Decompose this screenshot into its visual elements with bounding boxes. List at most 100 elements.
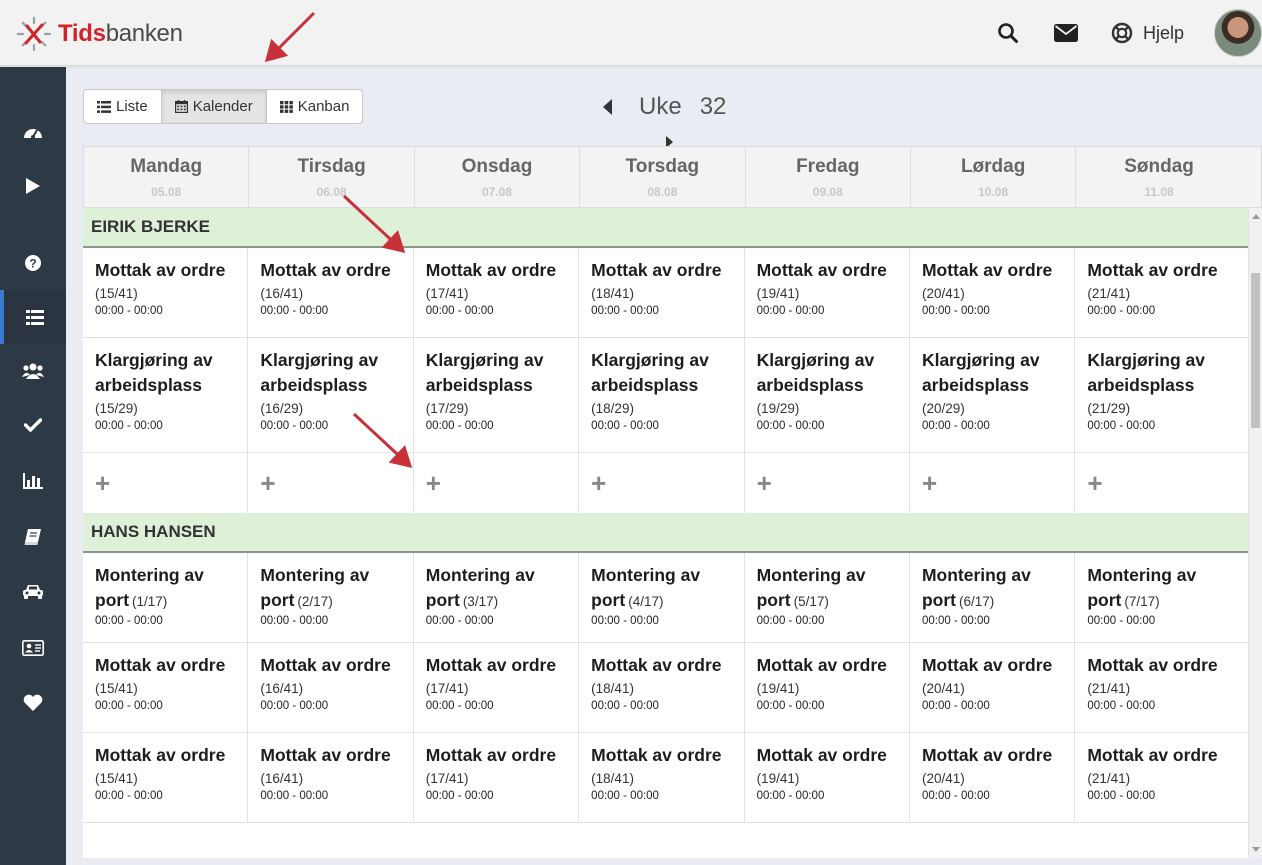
day-column-header: Fredag 09.08 — [746, 147, 911, 207]
add-task-row: + + + + + + + — [83, 453, 1248, 513]
view-kanban-button[interactable]: Kanban — [267, 90, 363, 123]
sidebar-item-handbook[interactable] — [0, 510, 66, 564]
sidebar-item-help[interactable]: ? — [0, 236, 66, 290]
task-card[interactable]: Montering av port (1/17) 00:00 - 00:00 — [83, 553, 249, 642]
previous-week-icon[interactable] — [603, 99, 612, 115]
task-time: 00:00 - 00:00 — [425, 420, 494, 432]
add-task-button[interactable]: + — [1087, 470, 1102, 496]
task-card[interactable]: Mottak av ordre (16/41) 00:00 - 00:00 — [248, 733, 414, 822]
task-time: 00:00 - 00:00 — [260, 700, 329, 712]
task-count: (15/41) — [95, 771, 138, 786]
heart-icon — [23, 694, 43, 711]
svg-text:?: ? — [29, 257, 36, 271]
task-card[interactable]: Montering av port (2/17) 00:00 - 00:00 — [248, 553, 414, 642]
add-task-button[interactable]: + — [95, 470, 110, 496]
task-count: (6/17) — [958, 594, 995, 609]
sidebar-item-reports[interactable] — [0, 454, 66, 508]
day-date: 07.08 — [481, 185, 512, 199]
task-card[interactable]: Mottak av ordre (21/41) 00:00 - 00:00 — [1075, 733, 1240, 822]
add-task-button[interactable]: + — [426, 470, 441, 496]
task-card[interactable]: Klargjøring av arbeidsplass (18/29) 00:00 … — [579, 338, 745, 452]
task-card[interactable]: Montering av port (6/17) 00:00 - 00:00 — [910, 553, 1076, 642]
task-card[interactable]: Mottak av ordre (18/41) 00:00 - 00:00 — [579, 248, 745, 337]
task-card[interactable]: Mottak av ordre (16/41) 00:00 - 00:00 — [248, 248, 414, 337]
task-count: (16/41) — [260, 771, 304, 786]
task-card[interactable]: Mottak av ordre (18/41) 00:00 - 00:00 — [579, 643, 745, 732]
task-card[interactable]: Montering av port (5/17) 00:00 - 00:00 — [745, 553, 910, 642]
sidebar-item-vehicles[interactable] — [0, 565, 66, 619]
task-time: 00:00 - 00:00 — [591, 615, 659, 627]
task-time: 00:00 - 00:00 — [425, 305, 494, 317]
task-title: Montering av port (5/17) — [757, 563, 901, 613]
week-number: 32 — [699, 93, 727, 120]
task-card[interactable]: Mottak av ordre (17/41) 00:00 - 00:00 — [414, 643, 580, 732]
sidebar-item-employees[interactable] — [0, 621, 66, 675]
scrollbar-thumb[interactable] — [1251, 273, 1260, 428]
add-task-button[interactable]: + — [591, 470, 606, 496]
logo-icon — [16, 16, 52, 52]
task-card[interactable]: Klargjøring av arbeidsplass (20/29) 00:00 … — [910, 338, 1076, 452]
sidebar-item-list[interactable] — [0, 290, 66, 344]
task-card[interactable]: Mottak av ordre (19/41) 00:00 - 00:00 — [745, 733, 910, 822]
task-title: Montering av port (3/17) — [426, 563, 570, 613]
task-count: (18/29) — [591, 401, 634, 416]
task-time: 00:00 - 00:00 — [921, 790, 990, 802]
task-card[interactable]: Montering av port (4/17) 00:00 - 00:00 — [579, 553, 745, 642]
task-count: (21/29) — [1087, 401, 1131, 416]
sidebar-item-tasks[interactable] — [0, 398, 66, 452]
users-icon — [22, 363, 44, 379]
task-title: Mottak av ordre — [1087, 745, 1218, 765]
task-card[interactable]: Montering av port (7/17) 00:00 - 00:00 — [1075, 553, 1240, 642]
task-card[interactable]: Mottak av ordre (18/41) 00:00 - 00:00 — [579, 733, 745, 822]
task-card[interactable]: Mottak av ordre (20/41) 00:00 - 00:00 — [910, 733, 1076, 822]
scroll-down-icon[interactable] — [1252, 847, 1260, 852]
task-card[interactable]: Klargjøring av arbeidsplass (15/29) 00:00 … — [83, 338, 249, 452]
task-card[interactable]: Mottak av ordre (19/41) 00:00 - 00:00 — [745, 643, 910, 732]
task-card[interactable]: Mottak av ordre (20/41) 00:00 - 00:00 — [910, 643, 1076, 732]
add-task-button[interactable]: + — [260, 470, 275, 496]
view-list-button[interactable]: Liste — [84, 90, 162, 123]
sidebar-item-dashboard[interactable] — [0, 105, 66, 159]
day-date: 10.08 — [978, 185, 1009, 199]
mail-icon[interactable] — [1053, 20, 1079, 46]
task-card[interactable]: Mottak av ordre (21/41) 00:00 - 00:00 — [1075, 643, 1240, 732]
list-icon — [26, 309, 44, 325]
add-task-button[interactable]: + — [922, 470, 937, 496]
sidebar-item-favorites[interactable] — [0, 675, 66, 729]
task-card[interactable]: Mottak av ordre (17/41) 00:00 - 00:00 — [414, 733, 580, 822]
task-card[interactable]: Mottak av ordre (15/41) 00:00 - 00:00 — [83, 733, 249, 822]
task-title: Mottak av ordre — [921, 655, 1053, 675]
task-card[interactable]: Mottak av ordre (15/41) 00:00 - 00:00 — [83, 643, 249, 732]
task-title: Mottak av ordre — [425, 260, 557, 280]
sidebar-item-play[interactable] — [0, 159, 66, 213]
task-card[interactable]: Mottak av ordre (15/41) 00:00 - 00:00 — [83, 248, 249, 337]
view-calendar-button[interactable]: Kalender — [161, 90, 267, 123]
brand-name: Tidsbanken — [58, 20, 183, 48]
help-button[interactable]: Hjelp — [1111, 22, 1184, 44]
day-name: Mandag — [130, 156, 203, 177]
task-card[interactable]: Klargjøring av arbeidsplass (16/29) 00:00 … — [248, 338, 414, 452]
week-label: Uke — [639, 93, 682, 120]
brand-logo[interactable]: Tidsbanken — [16, 16, 183, 52]
task-card[interactable]: Klargjøring av arbeidsplass (21/29) 00:00 … — [1075, 338, 1240, 452]
task-time: 00:00 - 00:00 — [591, 790, 659, 802]
task-card[interactable]: Klargjøring av arbeidsplass (19/29) 00:00 … — [745, 338, 910, 452]
add-task-button[interactable]: + — [757, 470, 772, 496]
task-card[interactable]: Montering av port (3/17) 00:00 - 00:00 — [414, 553, 580, 642]
user-avatar[interactable] — [1214, 9, 1262, 57]
task-card[interactable]: Mottak av ordre (19/41) 00:00 - 00:00 — [745, 248, 910, 337]
vertical-scrollbar[interactable] — [1248, 208, 1262, 858]
add-task-cell: + — [248, 453, 414, 513]
scroll-up-icon[interactable] — [1252, 214, 1260, 219]
task-card[interactable]: Klargjøring av arbeidsplass (17/29) 00:00 … — [414, 338, 580, 452]
task-card[interactable]: Mottak av ordre (17/41) 00:00 - 00:00 — [414, 248, 580, 337]
task-time: 00:00 - 00:00 — [95, 700, 163, 712]
search-icon[interactable] — [995, 20, 1021, 46]
sidebar-item-users[interactable] — [0, 344, 66, 398]
task-title: Klargjøring av arbeidsplass — [921, 350, 1040, 395]
task-count: (18/41) — [591, 681, 634, 696]
task-count: (17/41) — [425, 771, 469, 786]
task-card[interactable]: Mottak av ordre (21/41) 00:00 - 00:00 — [1075, 248, 1240, 337]
task-card[interactable]: Mottak av ordre (20/41) 00:00 - 00:00 — [910, 248, 1076, 337]
task-card[interactable]: Mottak av ordre (16/41) 00:00 - 00:00 — [248, 643, 414, 732]
